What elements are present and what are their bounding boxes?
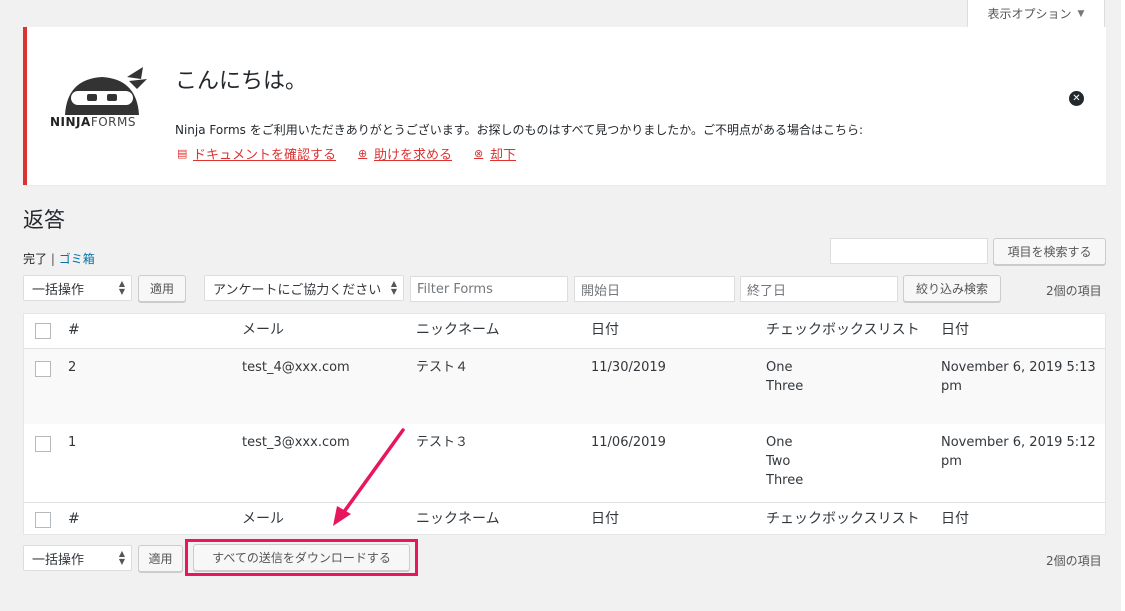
form-select[interactable]: アンケートにご協力ください ▲ ▼	[204, 275, 404, 301]
select-arrows-icon: ▲ ▼	[390, 279, 397, 296]
row-email: test_4@xxx.com	[242, 360, 350, 375]
table-row: 1 test_3@xxx.com テスト３ 11/06/2019 One Two…	[24, 424, 1105, 499]
annotation-arrow-icon	[333, 428, 405, 526]
check-value: One	[766, 360, 793, 375]
row-nickname: テスト４	[416, 360, 469, 375]
view-trash[interactable]: ゴミ箱	[59, 252, 95, 266]
search-button[interactable]: 項目を検索する	[993, 238, 1106, 265]
notice-body: Ninja Forms をご利用いただきありがとうございます。お探しのものはすべ…	[175, 123, 864, 137]
row-checkbox[interactable]	[35, 361, 51, 377]
row-checkbox-values: One Two Three	[766, 433, 803, 490]
form-select-value: アンケートにご協力ください	[213, 282, 382, 298]
logo-light: FORMS	[90, 115, 136, 129]
dismiss-link-label: 却下	[490, 148, 517, 163]
check-value: Two	[766, 454, 791, 469]
start-date-input[interactable]: 開始日	[574, 276, 735, 302]
dismiss-link[interactable]: ⊗ 却下	[474, 144, 516, 163]
select-all-checkbox[interactable]	[35, 323, 51, 339]
bottom-item-count: 2個の項目	[1046, 554, 1102, 568]
bulk-action-value: 一括操作	[32, 552, 85, 568]
view-complete[interactable]: 完了	[23, 252, 47, 266]
submitted-line: pm	[941, 379, 962, 394]
col-number[interactable]: #	[68, 321, 80, 340]
row-date: 11/06/2019	[591, 435, 666, 450]
screen-options-tab[interactable]: 表示オプション ▼	[967, 0, 1105, 28]
page-title: 返答	[23, 208, 65, 232]
row-submitted: November 6, 2019 5:13 pm	[941, 358, 1096, 396]
col-nickname[interactable]: ニックネーム	[416, 321, 500, 340]
row-checkbox-values: One Three	[766, 358, 803, 396]
apply-button[interactable]: 適用	[138, 275, 186, 302]
download-highlight-box	[185, 539, 418, 576]
logo-bold: NINJA	[50, 115, 91, 129]
table-footer: # メール ニックネーム 日付 チェックボックスリスト 日付	[24, 502, 1105, 535]
filter-button[interactable]: 絞り込み検索	[903, 275, 1001, 302]
col-checkbox-list[interactable]: チェックボックスリスト	[766, 510, 920, 529]
view-separator: |	[50, 252, 55, 266]
screen-options-label: 表示オプション	[987, 7, 1072, 21]
bulk-action-value: 一括操作	[32, 282, 85, 298]
table-header: # メール ニックネーム 日付 チェックボックスリスト 日付	[24, 314, 1105, 349]
submitted-line: November 6, 2019 5:12	[941, 435, 1096, 450]
select-all-checkbox[interactable]	[35, 512, 51, 528]
dismiss-circle-icon: ⊗	[474, 146, 484, 160]
col-checkbox-list[interactable]: チェックボックスリスト	[766, 321, 920, 340]
table-row: 2 test_4@xxx.com テスト４ 11/30/2019 One Thr…	[24, 349, 1105, 424]
caret-down-icon: ▼	[1077, 8, 1085, 19]
col-date[interactable]: 日付	[591, 510, 619, 529]
lifebuoy-icon: ⊕	[358, 146, 368, 160]
col-submitted[interactable]: 日付	[941, 321, 969, 340]
col-nickname[interactable]: ニックネーム	[416, 510, 500, 529]
check-value: Three	[766, 473, 804, 488]
close-icon[interactable]: ✕	[1069, 91, 1084, 106]
col-number[interactable]: #	[68, 510, 80, 529]
submissions-table: # メール ニックネーム 日付 チェックボックスリスト 日付 2 test_4@…	[23, 313, 1106, 535]
notice-links: ▤ ドキュメントを確認する ⊕ 助けを求める ⊗ 却下	[177, 144, 516, 163]
select-arrows-icon: ▲ ▼	[118, 279, 125, 296]
help-link-label: 助けを求める	[374, 148, 453, 163]
check-value: Three	[766, 379, 804, 394]
ninja-forms-notice: NINJAFORMS こんにちは。 Ninja Forms をご利用いただきあり…	[23, 27, 1106, 185]
submitted-line: November 6, 2019 5:13	[941, 360, 1096, 375]
row-number: 2	[68, 360, 77, 375]
row-date: 11/30/2019	[591, 360, 666, 375]
document-icon: ▤	[177, 146, 188, 160]
item-count: 2個の項目	[1046, 284, 1102, 298]
row-nickname: テスト３	[416, 435, 469, 450]
row-checkbox[interactable]	[35, 436, 51, 452]
docs-link-label: ドキュメントを確認する	[193, 148, 337, 163]
bottom-bulk-action-select[interactable]: 一括操作 ▲ ▼	[23, 545, 132, 571]
col-submitted[interactable]: 日付	[941, 510, 969, 529]
ninja-forms-wordmark: NINJAFORMS	[50, 115, 136, 129]
bottom-apply-button[interactable]: 適用	[138, 545, 183, 572]
filter-forms-input[interactable]: Filter Forms	[410, 276, 568, 302]
check-value: One	[766, 435, 793, 450]
row-submitted: November 6, 2019 5:12 pm	[941, 433, 1096, 471]
row-number: 1	[68, 435, 77, 450]
col-date[interactable]: 日付	[591, 321, 619, 340]
end-date-input[interactable]: 終了日	[740, 276, 898, 302]
docs-link[interactable]: ▤ ドキュメントを確認する	[177, 144, 336, 163]
col-email[interactable]: メール	[242, 321, 284, 340]
bulk-action-select[interactable]: 一括操作 ▲ ▼	[23, 275, 132, 301]
select-arrows-icon: ▲ ▼	[118, 549, 125, 566]
col-email[interactable]: メール	[242, 510, 284, 529]
page-edge	[1121, 0, 1125, 611]
submitted-line: pm	[941, 454, 962, 469]
status-views: 完了 | ゴミ箱	[23, 250, 95, 267]
help-link[interactable]: ⊕ 助けを求める	[358, 144, 452, 163]
search-input[interactable]	[830, 238, 988, 264]
notice-title: こんにちは。	[175, 69, 308, 94]
